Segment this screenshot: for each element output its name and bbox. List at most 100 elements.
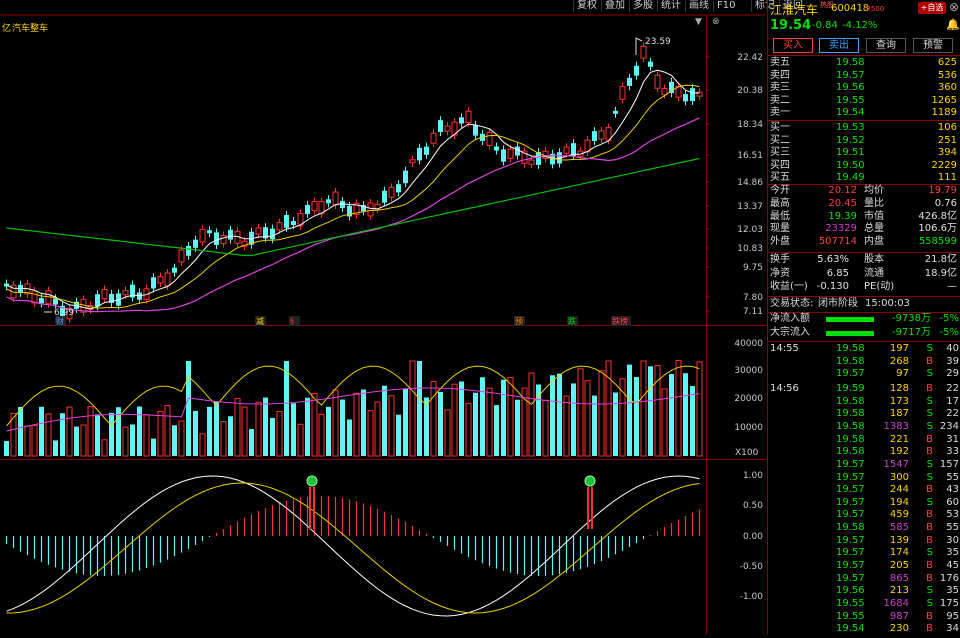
sell-button[interactable]: 卖出 xyxy=(819,38,859,53)
signal-bar xyxy=(313,487,315,529)
stat-label: 净资 xyxy=(770,267,790,279)
candle-body xyxy=(494,146,499,151)
ask-volume: 1189 xyxy=(931,107,957,119)
tick-time: 14:55 xyxy=(770,343,799,354)
candle-body xyxy=(473,125,478,136)
price-tick-label: 20.38 xyxy=(737,86,763,96)
candle-body xyxy=(101,289,108,300)
flow-row: 净流入额 -9738万 -5% xyxy=(768,313,960,326)
volume-tick-label: 20000 xyxy=(734,394,763,404)
bell-icon[interactable]: 🔔 xyxy=(946,18,960,31)
tick-price: 19.59 xyxy=(836,382,865,394)
tick-price: 19.57 xyxy=(836,471,865,483)
chart-canvas[interactable]: ▼ ⊗ 亿 汽车整车 22.42 20.38 18.34 16.51 14.86 13.37 12.… xyxy=(0,0,766,634)
tick-volume: 213 xyxy=(889,585,909,597)
toolbar-button[interactable]: 画线 xyxy=(685,0,712,12)
tick-volume: 173 xyxy=(889,395,909,407)
tick-count: 157 xyxy=(939,458,959,470)
volume-bar xyxy=(683,373,688,456)
volume-bar xyxy=(417,361,422,456)
candle-body xyxy=(382,190,387,203)
ask-row: 卖一 19.54 1189 xyxy=(768,107,960,120)
kline-chart-area[interactable]: ▼ ⊗ 亿汽车整车 22.42 20.38 18.34 16.51 14.86 13.37 12.… xyxy=(0,0,766,634)
volume-bar xyxy=(465,402,472,457)
tick-volume: 187 xyxy=(889,408,909,420)
candle-body xyxy=(207,230,212,234)
candle-body xyxy=(178,249,185,263)
toolbar-button[interactable]: 叠加 xyxy=(601,0,628,12)
tick-side: B xyxy=(926,610,933,622)
price-change-pct: -4.12% xyxy=(842,20,878,31)
stat-row: 现量 23329 总量 106.6万 xyxy=(768,223,960,236)
add-watchlist-button[interactable]: +自选 xyxy=(918,2,946,14)
volume-bar xyxy=(507,377,514,457)
tick-row: 19.58 187 S 22 xyxy=(768,408,960,421)
tick-price: 19.57 xyxy=(836,484,865,496)
toolbar-button[interactable]: 复权 xyxy=(573,0,600,12)
status-time: 15:00:03 xyxy=(865,298,910,309)
volume-bar xyxy=(690,386,695,456)
tick-side: B xyxy=(926,446,933,458)
event-label: 跌 xyxy=(568,316,576,326)
toolbar-button[interactable]: 统计 xyxy=(657,0,684,12)
tick-price: 19.57 xyxy=(836,572,865,584)
volume-bar xyxy=(214,401,219,456)
stat-label: 收益(一) xyxy=(770,281,808,292)
volume-bar xyxy=(18,406,23,456)
volume-bar xyxy=(297,423,304,457)
query-button[interactable]: 查询 xyxy=(866,38,906,53)
volume-bar xyxy=(172,425,177,456)
event-label: 财 xyxy=(56,316,64,326)
tick-volume: 174 xyxy=(889,547,909,559)
alert-button[interactable]: 预警 xyxy=(913,38,953,53)
volume-bar xyxy=(95,414,100,456)
tick-count: 60 xyxy=(946,496,959,508)
flow-label: 净流入额 xyxy=(770,313,810,324)
price-tick-label: 7.80 xyxy=(743,293,763,303)
signal-bar xyxy=(591,487,593,529)
tick-row: 14:56 19.59 128 B 22 xyxy=(768,383,960,396)
volume-bar xyxy=(311,392,318,457)
volume-bar xyxy=(39,406,44,456)
ask-row: 卖三 19.56 360 xyxy=(768,82,960,95)
toolbar-button[interactable]: F10 xyxy=(713,0,738,12)
tick-row: 19.58 192 B 33 xyxy=(768,446,960,459)
tick-price: 19.57 xyxy=(836,496,865,508)
volume-bar xyxy=(80,424,87,457)
stat-row: 净资 6.85 流通 18.9亿 xyxy=(768,268,960,281)
tick-count: 43 xyxy=(946,484,959,496)
volume-bar xyxy=(228,416,233,456)
buy-button[interactable]: 买入 xyxy=(773,38,813,53)
tick-row: 19.57 865 B 176 xyxy=(768,573,960,586)
ask-label: 卖五 xyxy=(770,57,790,68)
volume-bar xyxy=(409,360,416,457)
tick-count: 175 xyxy=(939,598,959,609)
candle-body xyxy=(193,239,198,248)
toolbar-button[interactable]: 多股 xyxy=(629,0,656,12)
volume-bar xyxy=(276,411,283,457)
candle-body xyxy=(634,65,639,76)
volume-bar xyxy=(584,380,591,457)
volume-bar xyxy=(143,414,150,457)
stat-value: 507714 xyxy=(818,236,857,248)
tick-side: S xyxy=(926,420,933,432)
volume-bar xyxy=(430,381,437,457)
close-icon[interactable]: ⊗ xyxy=(949,0,959,14)
volume-tick-label: 40000 xyxy=(734,339,763,349)
volume-bar xyxy=(696,361,703,457)
tick-row: 19.58 221 B 31 xyxy=(768,434,960,447)
tick-price: 19.55 xyxy=(836,598,865,609)
tick-volume: 197 xyxy=(889,343,909,354)
dif-line xyxy=(6,475,700,617)
volume-bar xyxy=(109,412,114,456)
tick-row: 19.57 205 B 45 xyxy=(768,560,960,573)
volume-bar xyxy=(444,409,451,457)
volume-bar xyxy=(550,375,555,456)
chart-prefix-label: 亿 xyxy=(2,22,11,34)
tick-count: 29 xyxy=(946,368,959,380)
tick-row: 19.57 174 S 35 xyxy=(768,547,960,560)
tick-volume: 459 xyxy=(889,509,909,521)
volume-bar xyxy=(318,413,325,457)
price-tick-label: 7.11 xyxy=(743,307,763,317)
candle-body xyxy=(459,117,464,124)
